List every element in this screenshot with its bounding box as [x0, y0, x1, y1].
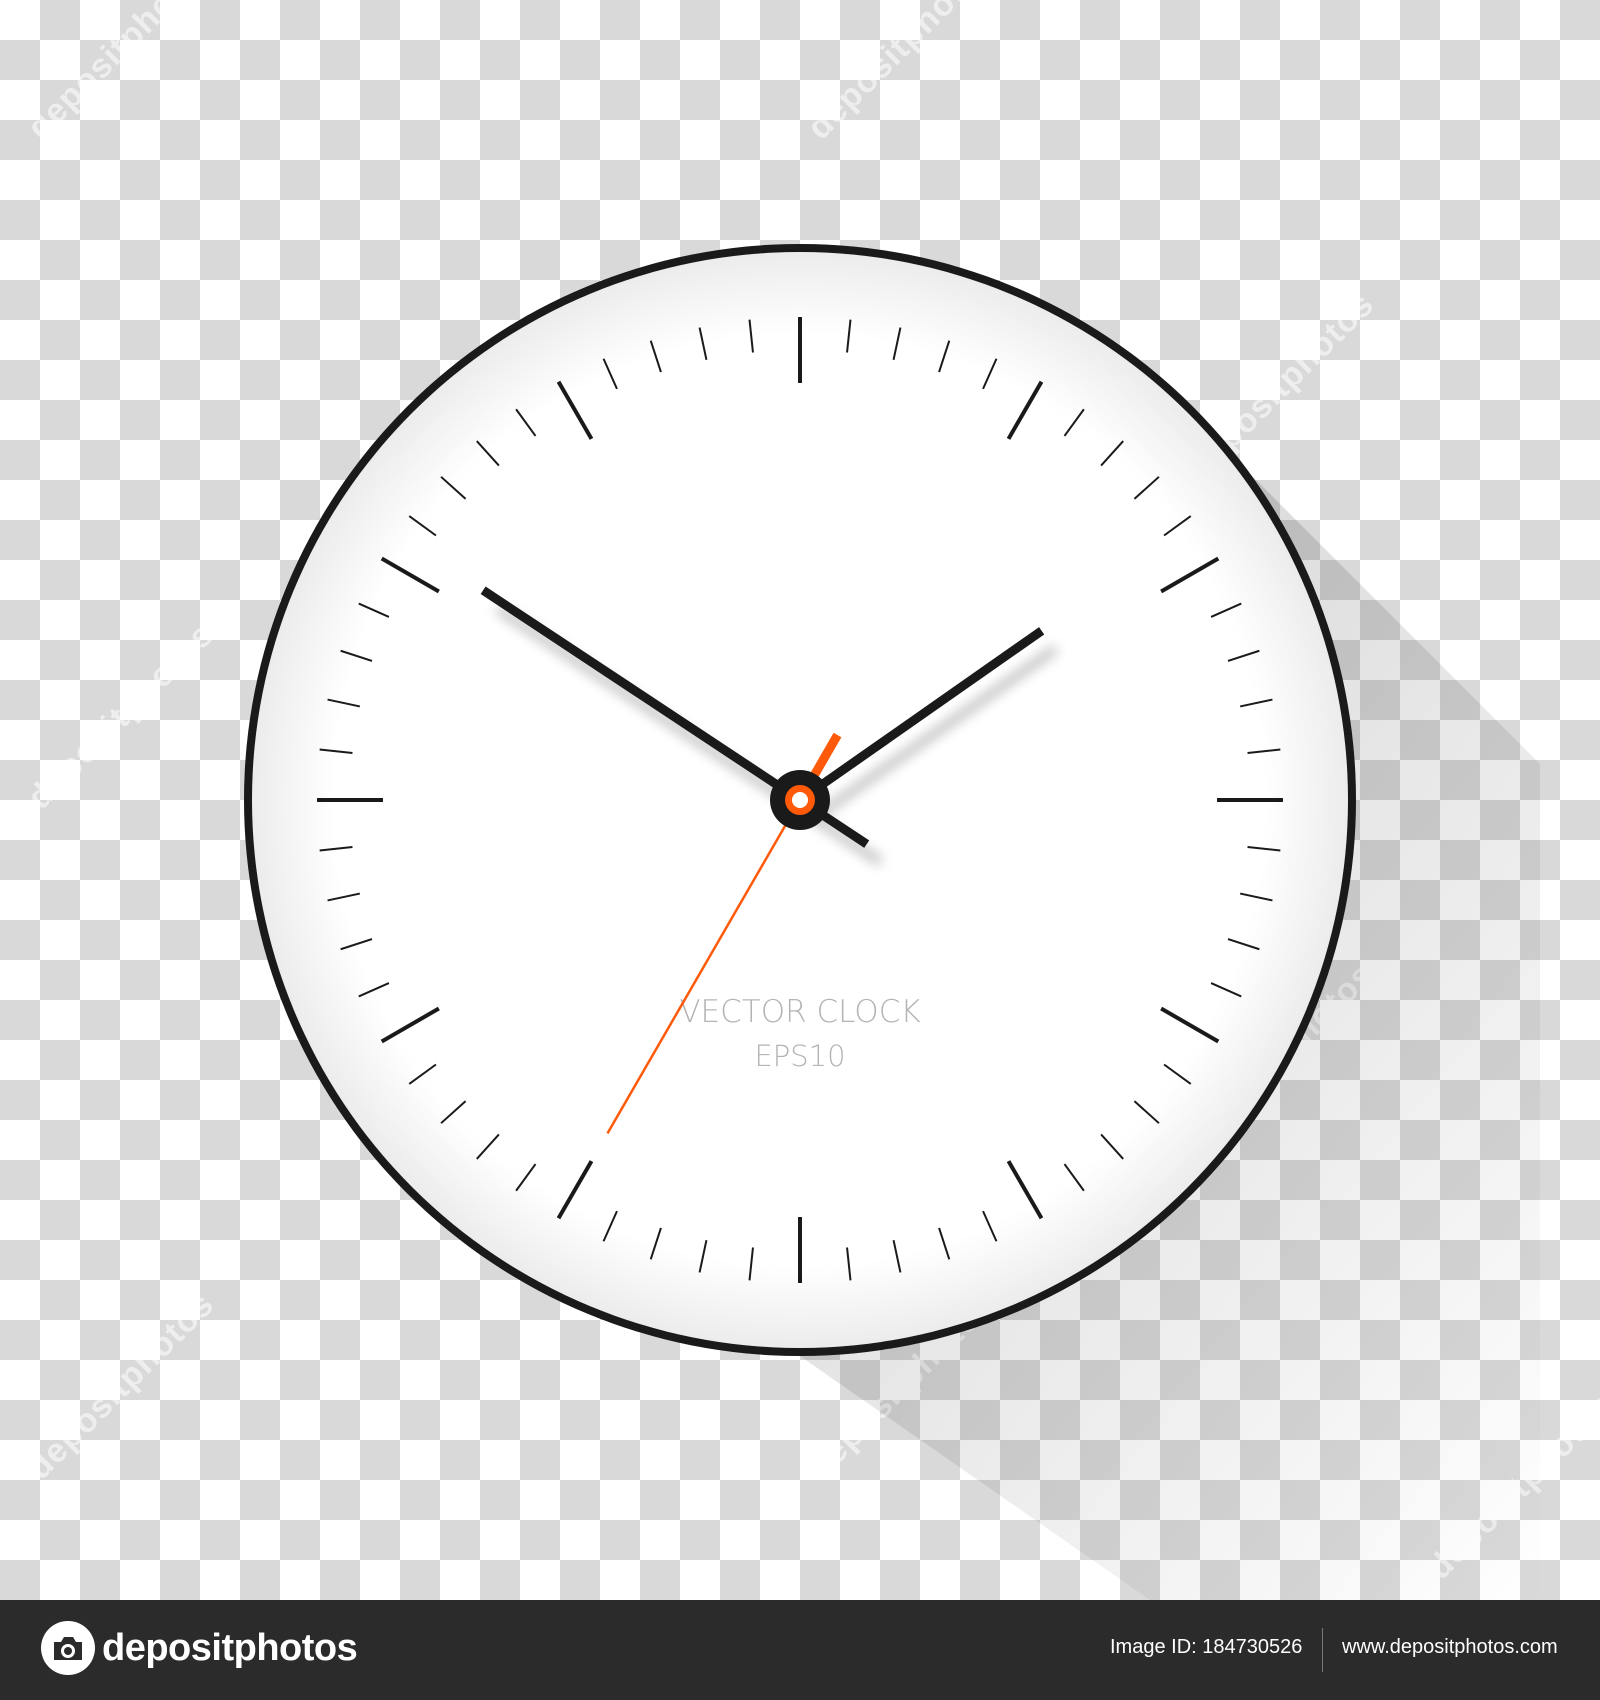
clock: VECTOR CLOCK EPS10: [244, 244, 1540, 1600]
brand-name: depositphotos: [102, 1626, 358, 1669]
clock-label-line1: VECTOR CLOCK: [679, 994, 920, 1030]
image-id-label: Image ID:: [1110, 1636, 1197, 1658]
image-id-value: 184730526: [1202, 1636, 1303, 1658]
footer-bar: depositphotos Image ID: 184730526 www.de…: [0, 1600, 1600, 1700]
stock-image-canvas: depositphotos depositphotos depositphoto…: [0, 0, 1600, 1700]
center-cap-dot: [792, 792, 808, 808]
brand-logo[interactable]: depositphotos: [40, 1620, 358, 1676]
site-url-link[interactable]: www.depositphotos.com: [1342, 1636, 1558, 1659]
footer-divider: [1322, 1628, 1323, 1672]
clock-label-line2: EPS10: [754, 1039, 845, 1073]
image-id: Image ID: 184730526: [1110, 1636, 1302, 1659]
camera-logo-icon: [41, 1621, 95, 1675]
